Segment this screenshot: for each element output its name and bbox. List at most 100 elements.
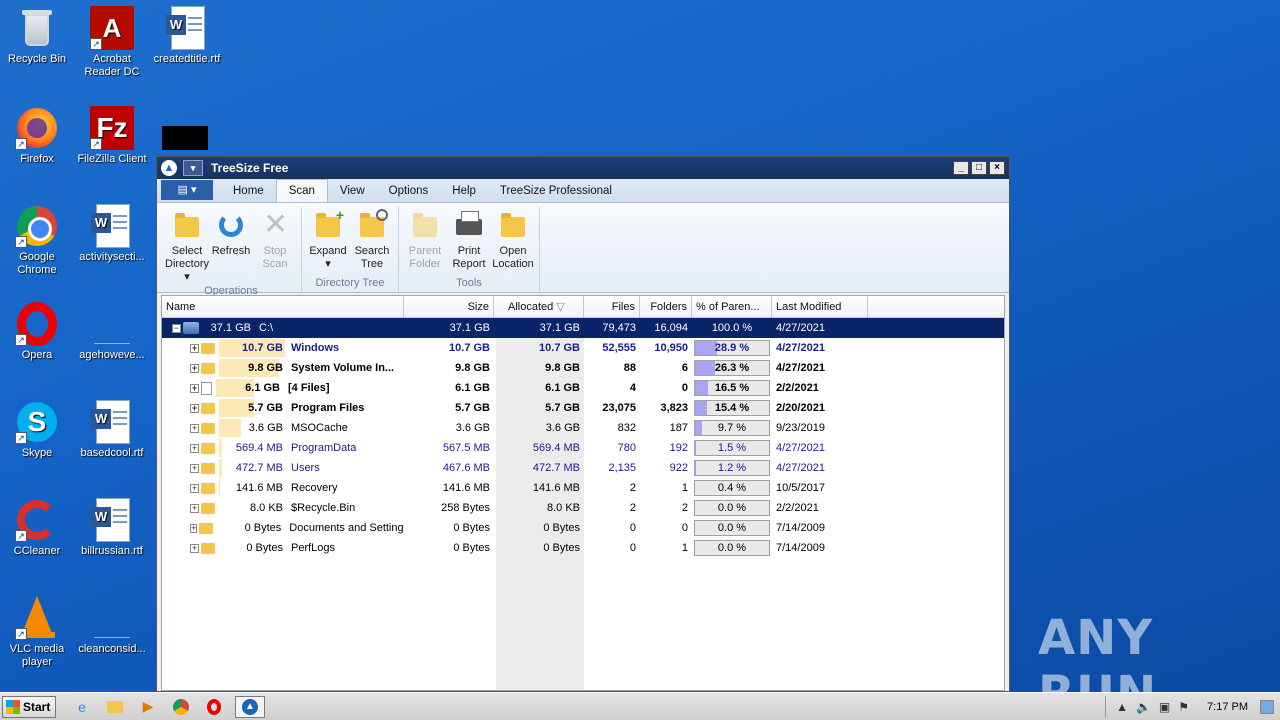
column-header-folders[interactable]: Folders — [640, 296, 692, 318]
expand-toggle-icon[interactable]: + — [190, 463, 199, 473]
opera-icon[interactable] — [202, 696, 226, 718]
desktop-icon-agehoweve[interactable]: agehoweve... — [74, 302, 150, 362]
expand-toggle-icon[interactable]: + — [190, 363, 199, 373]
expand-button[interactable]: + Expand ▾ — [306, 207, 350, 276]
desktop-icon-opera[interactable]: ↗ Opera — [0, 302, 75, 362]
desktop-icon-createdtitle[interactable]: W createdtitle.rtf — [149, 6, 225, 66]
clock[interactable]: 7:17 PM — [1207, 701, 1248, 713]
open-location-button[interactable]: Open Location — [491, 207, 535, 276]
tab-help[interactable]: Help — [440, 180, 488, 202]
tab-home[interactable]: Home — [221, 180, 276, 202]
row-modified: 4/27/2021 — [776, 322, 825, 334]
chrome-icon[interactable] — [169, 696, 193, 718]
expand-toggle-icon[interactable]: + — [190, 343, 199, 353]
show-desktop-button[interactable] — [1260, 699, 1274, 714]
table-row[interactable]: + 141.6 MB Recovery 141.6 MB 141.6 MB 2 … — [162, 478, 1004, 498]
table-row[interactable]: + 569.4 MB ProgramData 567.5 MB 569.4 MB… — [162, 438, 1004, 458]
row-percent-cell: 28.9 % — [692, 338, 772, 358]
desktop-icon-recycle-bin[interactable]: Recycle Bin — [0, 6, 75, 66]
ribbon-group-tools: Parent Folder Print Report Open Location… — [399, 207, 540, 292]
row-percent-cell: 26.3 % — [692, 358, 772, 378]
column-header-name[interactable]: Name — [162, 296, 404, 318]
table-row[interactable]: + 10.7 GB Windows 10.7 GB 10.7 GB 52,555… — [162, 338, 1004, 358]
desktop-icon-cleanconsid[interactable]: cleanconsid... — [74, 596, 150, 656]
expand-toggle-icon[interactable]: + — [190, 543, 199, 553]
desktop-icon-ccleaner[interactable]: ↗ CCleaner — [0, 498, 75, 558]
row-percent-cell: 16.5 % — [692, 378, 772, 398]
desktop-icon-firefox[interactable]: ↗ Firefox — [0, 106, 75, 166]
expand-toggle-icon[interactable]: + — [190, 523, 198, 533]
table-row[interactable]: + 5.7 GB Program Files 5.7 GB 5.7 GB 23,… — [162, 398, 1004, 418]
desktop-icon-skype[interactable]: S ↗ Skype — [0, 400, 75, 460]
start-button[interactable]: Start — [2, 695, 56, 718]
table-row[interactable]: + 0 Bytes Documents and Settings 0 Bytes… — [162, 518, 1004, 538]
directory-tree-table[interactable]: Name Size Allocated ▽ Files Folders % of… — [161, 295, 1005, 691]
table-row[interactable]: + 3.6 GB MSOCache 3.6 GB 3.6 GB 832 187 … — [162, 418, 1004, 438]
tab-options[interactable]: Options — [377, 180, 441, 202]
desktop-icon-basedcool[interactable]: W basedcool.rtf — [74, 400, 150, 460]
row-folders: 192 — [669, 442, 688, 454]
desktop-icon-label: CCleaner — [13, 545, 61, 557]
desktop-icon-chrome[interactable]: ↗ Google Chrome — [0, 204, 75, 277]
desktop-icon-activitysecti[interactable]: W activitysecti... — [74, 204, 150, 264]
table-row[interactable]: + 9.8 GB System Volume In... 9.8 GB 9.8 … — [162, 358, 1004, 378]
row-folders: 922 — [669, 462, 688, 474]
desktop-icon-acrobat[interactable]: A ↗ Acrobat Reader DC — [74, 6, 150, 79]
column-header-percent-parent[interactable]: % of Paren... — [692, 296, 772, 318]
minimize-button[interactable]: _ — [953, 161, 969, 175]
row-name: PerfLogs — [291, 542, 336, 554]
column-header-last-modified[interactable]: Last Modified — [772, 296, 868, 318]
system-tray: ▲ 🔈 ▣ ⚑ 7:17 PM — [1105, 695, 1280, 718]
tray-expand-icon[interactable]: ▲ — [1116, 700, 1128, 714]
expand-toggle-icon[interactable]: + — [190, 423, 199, 433]
file-menu-button[interactable]: ▤ ▾ — [161, 180, 213, 200]
parent-folder-button[interactable]: Parent Folder — [403, 207, 447, 276]
select-directory-button[interactable]: Select Directory ▾ — [165, 207, 209, 284]
tab-scan[interactable]: Scan — [275, 179, 328, 202]
search-tree-button[interactable]: Search Tree — [350, 207, 394, 276]
expand-toggle-icon[interactable]: + — [190, 403, 199, 413]
desktop-icon-vlc[interactable]: ↗ VLC media player — [0, 596, 75, 669]
row-folders: 6 — [681, 362, 688, 374]
table-row[interactable]: + 8.0 KB $Recycle.Bin 258 Bytes 8.0 KB 2… — [162, 498, 1004, 518]
print-report-button[interactable]: Print Report — [447, 207, 491, 276]
tab-view[interactable]: View — [328, 180, 377, 202]
media-player-icon[interactable]: ▶ — [136, 696, 160, 718]
expand-toggle-icon[interactable]: + — [190, 443, 199, 453]
table-row[interactable]: + 6.1 GB [4 Files] 6.1 GB 6.1 GB 4 0 16.… — [162, 378, 1004, 398]
treesize-app-icon[interactable]: ▲ — [161, 160, 177, 176]
desktop-icon-billrussian[interactable]: W billrussian.rtf — [74, 498, 150, 558]
ie-icon[interactable]: e — [70, 696, 94, 718]
volume-icon[interactable]: 🔈 — [1136, 700, 1151, 714]
action-center-flag-icon[interactable]: ⚑ — [1178, 700, 1189, 714]
ribbon-panel: Select Directory ▾ Refresh ✕ Stop Scan O… — [157, 203, 1009, 297]
maximize-button[interactable]: □ — [971, 161, 987, 175]
row-files: 4 — [629, 382, 636, 394]
close-button[interactable]: × — [989, 161, 1005, 175]
title-bar[interactable]: ▲ ▾ TreeSize Free _ □ × — [157, 157, 1009, 179]
desktop-icon-filezilla[interactable]: Fz ↗ FileZilla Client — [74, 106, 150, 166]
table-row[interactable]: + 472.7 MB Users 467.6 MB 472.7 MB 2,135… — [162, 458, 1004, 478]
table-row-root[interactable]: − 37.1 GB C:\ 37.1 GB 37.1 GB 79,473 16,… — [162, 318, 1004, 338]
refresh-button[interactable]: Refresh — [209, 207, 253, 284]
desktop-icon-label: Opera — [21, 349, 53, 361]
table-row[interactable]: + 0 Bytes PerfLogs 0 Bytes 0 Bytes 0 1 0… — [162, 538, 1004, 558]
column-header-files[interactable]: Files — [584, 296, 640, 318]
stop-scan-button[interactable]: ✕ Stop Scan — [253, 207, 297, 284]
percent-bar: 28.9 % — [694, 340, 770, 356]
expand-toggle-icon[interactable]: + — [190, 483, 199, 493]
row-folders: 3,823 — [660, 402, 688, 414]
network-icon[interactable]: ▣ — [1159, 700, 1170, 714]
tab-treesize-professional[interactable]: TreeSize Professional — [488, 180, 624, 202]
quick-access-dropdown[interactable]: ▾ — [183, 160, 203, 176]
group-label-tools: Tools — [456, 277, 482, 289]
column-header-size[interactable]: Size — [404, 296, 494, 318]
column-header-allocated[interactable]: Allocated ▽ — [494, 296, 584, 318]
treesize-icon[interactable]: ▲ — [235, 695, 265, 718]
collapse-toggle-icon[interactable]: − — [172, 323, 181, 333]
expand-toggle-icon[interactable]: + — [190, 503, 199, 513]
expand-toggle-icon[interactable]: + — [190, 383, 199, 393]
size-bar: 6.1 GB — [216, 378, 282, 398]
row-allocated: 9.8 GB — [545, 362, 580, 374]
explorer-icon[interactable] — [103, 696, 127, 718]
